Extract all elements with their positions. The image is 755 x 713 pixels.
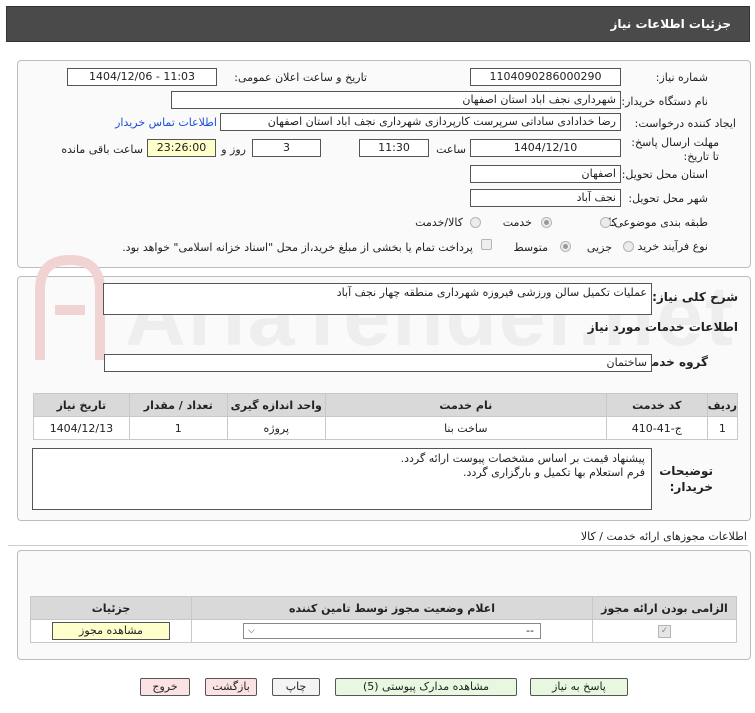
permit-status-select[interactable]: -- ⌵ xyxy=(243,623,541,639)
remaining-time-field: 23:26:00 xyxy=(147,139,216,157)
permit-status-header: اعلام وضعیت مجوز توسط تامین کننده xyxy=(191,596,593,620)
exit-button[interactable]: خروج xyxy=(140,678,190,696)
city-label: شهر محل تحویل: xyxy=(628,192,708,205)
permit-status-cell: -- ⌵ xyxy=(191,619,593,643)
summary-field: عملیات تکمیل سالن ورزشی فیروزه شهرداری م… xyxy=(103,283,652,315)
row-number-cell: 1 xyxy=(706,416,739,440)
permit-required-cell: ✓ xyxy=(592,619,737,643)
permits-table: الزامی بودن ارائه مجوز اعلام وضعیت مجوز … xyxy=(30,596,737,643)
permit-details-header: جزئیات xyxy=(30,596,192,620)
back-button[interactable]: بازگشت xyxy=(205,678,257,696)
permits-divider xyxy=(8,545,748,546)
contact-buyer-link[interactable]: اطلاعات تماس خریدار xyxy=(115,116,217,129)
province-label: استان محل تحویل: xyxy=(621,168,708,181)
treasury-payment-note: پرداخت تمام یا بخشی از مبلغ خرید،از محل … xyxy=(122,241,473,254)
announce-field: 1404/12/06 - 11:03 xyxy=(67,68,217,86)
page-header: جزئیات اطلاعات نیاز xyxy=(6,6,750,42)
category-label: طبقه بندی موضوعی: xyxy=(610,216,708,229)
print-button[interactable]: چاپ xyxy=(272,678,320,696)
col-date-header: تاریخ نیاز xyxy=(33,393,130,417)
reply-button[interactable]: پاسخ به نیاز xyxy=(530,678,628,696)
announce-label: تاریخ و ساعت اعلان عمومی: xyxy=(234,71,367,84)
service-name-cell: ساخت بنا xyxy=(324,416,607,440)
unit-cell: پروژه xyxy=(226,416,326,440)
process-option-medium-label: متوسط xyxy=(513,241,548,254)
buyer-notes-line-1: پیشنهاد قیمت بر اساس مشخصات پیوست ارائه … xyxy=(400,452,645,465)
deadline-date-field: 1404/12/10 xyxy=(470,139,621,157)
permit-required-header: الزامی بودن ارائه مجوز xyxy=(592,596,737,620)
category-option-both-label: کالا/خدمت xyxy=(415,216,463,229)
process-label: نوع فرآیند خرید : xyxy=(630,240,708,253)
buyer-notes-line-2: فرم استعلام بها تکمیل و بارگزاری گردد. xyxy=(463,466,645,479)
page-title: جزئیات اطلاعات نیاز xyxy=(610,17,731,31)
category-option-both-radio[interactable] xyxy=(470,217,481,228)
buyer-notes-textarea: پیشنهاد قیمت بر اساس مشخصات پیوست ارائه … xyxy=(32,448,652,510)
category-option-service-label: خدمت xyxy=(502,216,532,229)
view-permit-button[interactable]: مشاهده مجوز xyxy=(52,622,170,640)
service-group-field: ساختمان xyxy=(104,354,652,372)
deadline-time-field: 11:30 xyxy=(359,139,429,157)
creator-label: ایجاد کننده درخواست: xyxy=(634,117,736,130)
deadline-label: مهلت ارسال پاسخ: تا تاریخ: xyxy=(631,136,719,163)
col-row-header: ردیف xyxy=(706,393,739,417)
process-option-medium-radio[interactable] xyxy=(560,241,571,252)
process-option-minor-radio[interactable] xyxy=(623,241,634,252)
treasury-payment-checkbox[interactable] xyxy=(481,239,492,250)
need-number-field: 1104090286000290 xyxy=(470,68,621,86)
services-table: ردیف کد خدمت نام خدمت واحد اندازه گیری ت… xyxy=(33,393,739,440)
permit-required-checkbox: ✓ xyxy=(658,624,671,638)
city-field: نجف آباد xyxy=(470,189,621,207)
permits-table-header-row: الزامی بودن ارائه مجوز اعلام وضعیت مجوز … xyxy=(30,596,737,620)
time-label: ساعت xyxy=(436,143,466,156)
days-field: 3 xyxy=(252,139,321,157)
services-table-header-row: ردیف کد خدمت نام خدمت واحد اندازه گیری ت… xyxy=(33,393,739,417)
permits-section-title: اطلاعات مجوزهای ارائه خدمت / کالا xyxy=(580,530,747,543)
table-row: ✓ -- ⌵ مشاهده مجوز xyxy=(30,619,737,643)
col-code-header: کد خدمت xyxy=(605,393,708,417)
chevron-down-icon: ⌵ xyxy=(248,626,255,636)
buyer-notes-label: توضیحات خریدار: xyxy=(659,464,713,494)
quantity-cell: 1 xyxy=(128,416,228,440)
summary-label: شرح کلی نیاز: xyxy=(652,290,738,304)
process-option-minor-label: جزیی xyxy=(586,241,612,254)
creator-field: رضا خدادادی ساداتی سرپرست کارپردازی شهرد… xyxy=(220,113,621,131)
province-field: اصفهان xyxy=(470,165,621,183)
buyer-org-field: شهرداری نجف اباد استان اصفهان xyxy=(171,91,621,109)
days-label: روز و xyxy=(221,143,246,156)
col-qty-header: تعداد / مقدار xyxy=(128,393,228,417)
need-number-label: شماره نیاز: xyxy=(655,71,708,84)
permit-status-value: -- xyxy=(526,624,534,637)
table-row: 1 ج-41-410 ساخت بنا پروژه 1 1404/12/13 xyxy=(33,416,739,440)
permit-details-cell: مشاهده مجوز xyxy=(30,619,192,643)
attachments-button[interactable]: مشاهده مدارک پیوستی (5) xyxy=(335,678,517,696)
buyer-org-label: نام دستگاه خریدار: xyxy=(621,95,708,108)
category-option-service-radio[interactable] xyxy=(541,217,552,228)
services-section-title: اطلاعات خدمات مورد نیاز xyxy=(587,320,738,334)
col-name-header: نام خدمت xyxy=(324,393,607,417)
need-date-cell: 1404/12/13 xyxy=(33,416,130,440)
col-unit-header: واحد اندازه گیری xyxy=(226,393,326,417)
service-code-cell: ج-41-410 xyxy=(605,416,708,440)
remaining-label: ساعت باقی مانده xyxy=(61,143,143,156)
category-option-goods-radio[interactable] xyxy=(600,217,611,228)
